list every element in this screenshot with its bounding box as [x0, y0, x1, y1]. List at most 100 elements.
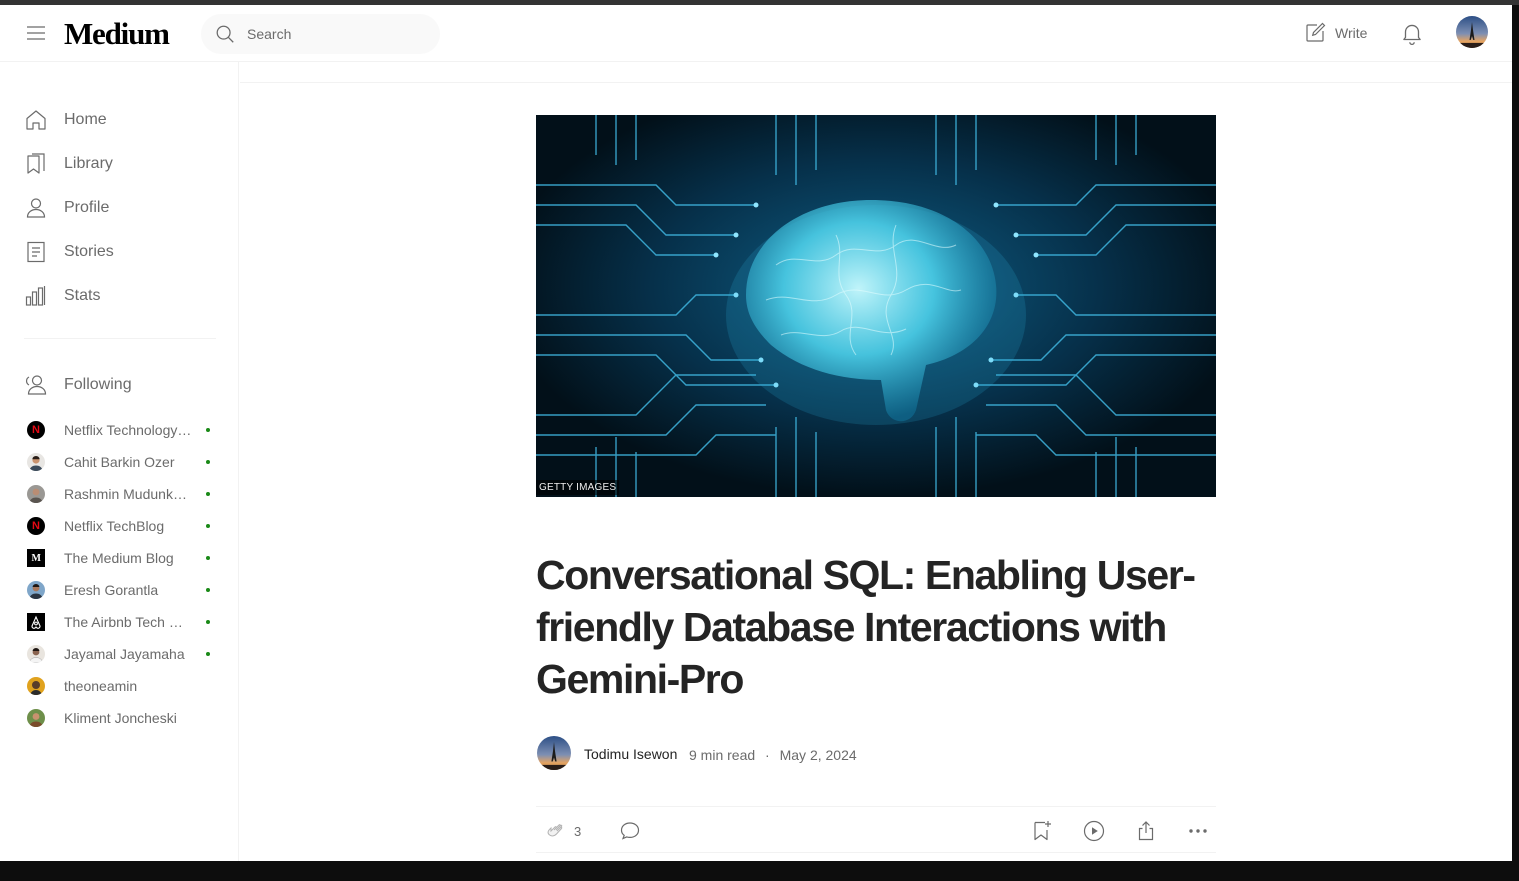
read-time: 9 min read	[689, 747, 756, 763]
clap-icon	[547, 824, 563, 837]
medium-logo-icon: M	[27, 549, 45, 567]
avatar-image	[1456, 16, 1488, 48]
more-icon	[1189, 829, 1207, 833]
share-icon	[1138, 821, 1154, 841]
article-byline: Todimu Isewon 9 min read · May 2, 2024	[537, 736, 1237, 770]
sidebar-item-home[interactable]: Home	[24, 106, 107, 134]
following-name: theoneamin	[64, 678, 138, 694]
following-item[interactable]: Jayamal Jayamaha	[24, 642, 216, 666]
following-item[interactable]: Rashmin Mudunkotuwa	[24, 482, 216, 506]
top-header: Medium Write	[0, 5, 1512, 62]
write-button[interactable]: Write	[1303, 21, 1367, 45]
following-item[interactable]: Cahit Barkin Ozer	[24, 450, 216, 474]
sidebar-item-label: Library	[64, 155, 113, 172]
following-name: Netflix Technology Blog	[64, 422, 192, 438]
listen-button[interactable]	[1082, 819, 1106, 843]
sidebar-item-following[interactable]: Following	[24, 371, 132, 399]
airbnb-logo-icon	[27, 613, 45, 631]
sidebar-item-label: Profile	[64, 199, 110, 216]
new-story-dot	[206, 652, 210, 656]
bell-icon	[1403, 24, 1421, 46]
author-avatar[interactable]	[537, 736, 571, 770]
following-name: Jayamal Jayamaha	[64, 646, 185, 662]
search-input[interactable]	[247, 14, 427, 54]
bookmark-add-icon	[1034, 821, 1051, 841]
avatar	[27, 645, 45, 663]
avatar	[27, 485, 45, 503]
following-name: Kliment Joncheski	[64, 710, 177, 726]
sidebar-item-label: Stats	[64, 287, 101, 304]
play-icon	[1083, 820, 1105, 842]
home-icon	[26, 110, 46, 130]
article-meta: 9 min read · May 2, 2024	[689, 747, 857, 763]
meta-separator: ·	[765, 747, 770, 763]
clap-button[interactable]: 3	[544, 819, 581, 843]
sidebar: Home Library Profile Stories Stats Follo…	[0, 62, 239, 861]
article-hero-image: GETTY IMAGES	[536, 115, 1216, 497]
following-item[interactable]: theoneamin	[24, 674, 216, 698]
search-bar[interactable]	[201, 14, 440, 54]
bookmarks-icon	[27, 153, 45, 174]
sidebar-item-label: Following	[64, 376, 132, 393]
share-button[interactable]	[1134, 819, 1158, 843]
following-item[interactable]: N Netflix TechBlog	[24, 514, 216, 538]
avatar	[27, 677, 45, 695]
netflix-logo-icon: N	[27, 517, 45, 535]
following-name: The Medium Blog	[64, 550, 174, 566]
document-icon	[27, 241, 45, 263]
menu-button[interactable]	[24, 21, 48, 45]
browser-window: Medium Write	[0, 5, 1512, 861]
search-icon	[216, 25, 234, 43]
following-name: Netflix TechBlog	[64, 518, 165, 534]
article-action-bar: 3	[536, 806, 1216, 853]
new-story-dot	[206, 460, 210, 464]
avatar	[27, 709, 45, 727]
following-item[interactable]: Kliment Joncheski	[24, 706, 216, 730]
avatar	[27, 581, 45, 599]
person-icon	[26, 198, 46, 218]
brain-circuit-illustration	[536, 115, 1216, 497]
netflix-logo-icon: N	[27, 421, 45, 439]
write-label: Write	[1335, 25, 1368, 41]
response-button[interactable]	[618, 819, 642, 843]
more-button[interactable]	[1186, 819, 1210, 843]
new-story-dot	[206, 588, 210, 592]
hamburger-icon	[27, 26, 45, 40]
sidebar-item-label: Stories	[64, 243, 114, 260]
new-story-dot	[206, 492, 210, 496]
write-icon	[1306, 22, 1326, 42]
window-bottom-border	[0, 861, 1519, 881]
sidebar-divider	[24, 338, 216, 339]
following-item[interactable]: N Netflix Technology Blog	[24, 418, 216, 442]
avatar-image	[537, 736, 571, 770]
save-button[interactable]	[1030, 819, 1054, 843]
sidebar-item-stories[interactable]: Stories	[24, 238, 114, 266]
following-name: Rashmin Mudunkotuwa	[64, 486, 192, 502]
following-item[interactable]: M The Medium Blog	[24, 546, 216, 570]
publish-date: May 2, 2024	[779, 747, 857, 763]
new-story-dot	[206, 556, 210, 560]
user-avatar[interactable]	[1456, 16, 1488, 48]
clap-count: 3	[574, 823, 582, 839]
bar-chart-icon	[25, 286, 46, 306]
sidebar-item-stats[interactable]: Stats	[24, 282, 100, 310]
following-name: Eresh Gorantla	[64, 582, 159, 598]
following-name: Cahit Barkin Ozer	[64, 454, 175, 470]
sidebar-item-label: Home	[64, 111, 107, 128]
content-top-divider	[240, 82, 1512, 83]
new-story-dot	[206, 524, 210, 528]
following-item[interactable]: Eresh Gorantla	[24, 578, 216, 602]
image-caption: GETTY IMAGES	[536, 480, 620, 495]
following-icon	[25, 375, 47, 395]
medium-logo[interactable]: Medium	[64, 16, 170, 52]
comment-icon	[620, 822, 640, 840]
following-item[interactable]: The Airbnb Tech Blog	[24, 610, 216, 634]
author-name[interactable]: Todimu Isewon	[584, 746, 677, 762]
sidebar-item-library[interactable]: Library	[24, 150, 113, 178]
new-story-dot	[206, 620, 210, 624]
avatar	[27, 453, 45, 471]
notifications-button[interactable]	[1399, 20, 1425, 46]
sidebar-item-profile[interactable]: Profile	[24, 194, 109, 222]
article-title: Conversational SQL: Enabling User-friend…	[536, 552, 1196, 702]
following-name: The Airbnb Tech Blog	[64, 614, 192, 630]
